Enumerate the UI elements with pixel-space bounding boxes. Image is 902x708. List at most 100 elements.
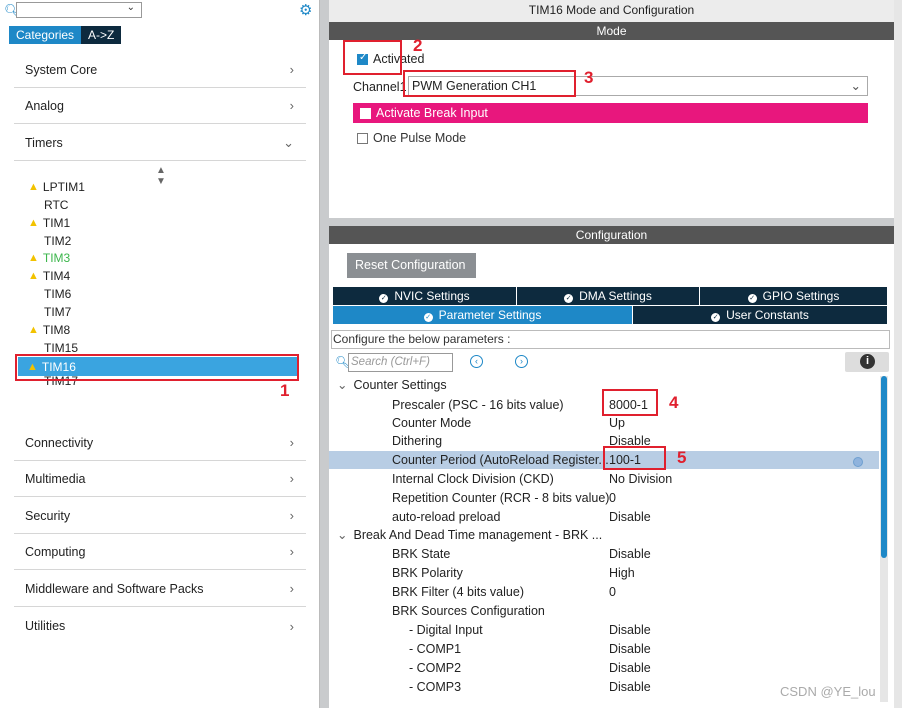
tab-dma-settings[interactable]: ✓ DMA Settings [517,287,700,305]
category-label: Analog [25,98,64,113]
timer-item-tim2[interactable]: TIM2 [44,233,71,250]
chevron-down-icon: ⌄ [126,2,135,13]
annotation-box-3 [403,70,576,97]
category-analog[interactable]: Analog › [14,88,306,124]
timer-item-lptim1[interactable]: ▲ LPTIM1 [28,179,85,196]
annotation-box-5 [603,446,666,470]
parameter-search-input[interactable]: Search (Ctrl+F) [348,353,453,372]
annotation-box-4 [602,389,658,416]
category-computing[interactable]: Computing › [14,534,306,570]
warning-icon: ▲ [28,252,39,264]
timer-item-rtc[interactable]: RTC [44,197,68,214]
param-row-comp2[interactable]: - COMP2 Disable [329,659,879,677]
timer-item-tim8[interactable]: ▲ TIM8 [28,322,70,339]
info-button[interactable]: i [845,352,889,372]
gear-icon[interactable]: ⚙ [299,1,312,19]
chevron-right-icon: › [289,508,294,523]
chevron-right-icon: › [289,435,294,450]
category-security[interactable]: Security › [14,498,306,534]
timer-item-tim6[interactable]: TIM6 [44,286,71,303]
check-circle-icon: ✓ [747,294,757,303]
category-label: Middleware and Software Packs [25,581,204,596]
search-next-icon[interactable]: › [515,355,528,368]
warning-icon: ▲ [28,324,39,336]
divider [329,218,894,226]
check-circle-icon: ✓ [379,294,389,303]
right-panel: TIM16 Mode and Configuration Mode Activa… [329,0,894,708]
break-label: Activate Break Input [376,106,488,120]
category-label: Multimedia [25,471,86,486]
param-row-brk-polarity[interactable]: BRK Polarity High [329,564,879,582]
annotation-number-5: 5 [677,448,687,467]
chevron-right-icon: › [289,581,294,596]
left-topbar: 🔍︎ ⌄ ⚙ [0,0,319,22]
one-pulse-label: One Pulse Mode [373,131,467,145]
annotation-number-1: 1 [280,381,290,400]
category-label: System Core [25,62,98,77]
category-label: Computing [25,544,86,559]
warning-icon: ▲ [28,181,39,193]
timer-item-tim4[interactable]: ▲ TIM4 [28,268,70,285]
panel-title: TIM16 Mode and Configuration [329,0,894,22]
category-connectivity[interactable]: Connectivity › [14,425,306,461]
warning-icon: ▲ [28,270,39,282]
tab-nvic-settings[interactable]: ✓ NVIC Settings [333,287,517,305]
param-row-comp1[interactable]: - COMP1 Disable [329,640,879,658]
chevron-right-icon: › [289,62,294,77]
annotation-number-3: 3 [584,68,594,87]
break-input-checkbox[interactable]: Activate Break Input [353,103,868,123]
group-counter-settings[interactable]: ⌄ Counter Settings [337,377,447,392]
info-icon: i [860,354,875,369]
configure-label: Configure the below parameters : [331,330,890,349]
tab-gpio-settings[interactable]: ✓ GPIO Settings [700,287,888,305]
chevron-right-icon: › [289,98,294,113]
param-row-repetition-counter[interactable]: Repetition Counter (RCR - 8 bits value) 0 [329,489,879,507]
category-label: Security [25,508,71,523]
timer-item-tim1[interactable]: ▲ TIM1 [28,215,70,232]
category-label: Utilities [25,619,66,633]
tab-user-constants[interactable]: ✓ User Constants [633,306,888,324]
tab-a-z[interactable]: A->Z [81,26,122,44]
group-break-dead-time[interactable]: ⌄ Break And Dead Time management - BRK ..… [337,527,602,542]
category-multimedia[interactable]: Multimedia › [14,461,306,497]
category-utilities[interactable]: Utilities › [14,608,306,644]
window-scrollbar[interactable] [894,0,902,708]
category-tabs: Categories A->Z [9,26,122,44]
param-row-brk-sources[interactable]: BRK Sources Configuration [329,602,879,620]
chevron-down-icon: ⌄ [850,79,861,93]
config-header: Configuration [329,226,894,244]
param-row-counter-mode[interactable]: Counter Mode Up [329,414,879,432]
params-scrollbar-thumb[interactable] [881,376,887,558]
check-circle-icon: ✓ [564,294,574,303]
annotation-number-2: 2 [413,36,423,55]
category-label: Timers [25,135,63,150]
timer-item-tim3[interactable]: ▲ TIM3 [28,250,70,267]
chevron-down-icon: ⌄ [283,134,294,150]
category-middleware[interactable]: Middleware and Software Packs › [14,571,306,607]
param-row-brk-filter[interactable]: BRK Filter (4 bits value) 0 [329,583,879,601]
chevron-down-icon: ⌄ [337,378,348,392]
param-row-auto-reload[interactable]: auto-reload preload Disable [329,508,879,526]
one-pulse-checkbox[interactable]: One Pulse Mode [357,131,466,145]
chevron-down-icon: ⌄ [337,528,348,542]
param-row-clock-division[interactable]: Internal Clock Division (CKD) No Division [329,470,879,488]
timer-item-tim7[interactable]: TIM7 [44,304,71,321]
category-system-core[interactable]: System Core › [14,52,306,88]
reset-configuration-button[interactable]: Reset Configuration [347,253,476,278]
tab-categories[interactable]: Categories [9,26,82,44]
check-circle-icon: ✓ [423,313,433,322]
checkbox-icon [360,108,371,120]
mode-area [329,40,894,218]
search-combo[interactable]: ⌄ [16,2,142,18]
sort-icon[interactable]: ▲ ▼ [156,165,166,187]
param-row-digital-input[interactable]: - Digital Input Disable [329,621,879,639]
tab-parameter-settings[interactable]: ✓ Parameter Settings [333,306,633,324]
category-timers[interactable]: Timers ⌄ [14,125,306,161]
warning-icon: ▲ [28,217,39,229]
search-prev-icon[interactable]: ‹ [470,355,483,368]
annotation-number-4: 4 [669,393,679,412]
chevron-right-icon: › [289,618,294,634]
annotation-box-1 [15,354,299,381]
info-dot-icon[interactable] [853,457,863,467]
param-row-brk-state[interactable]: BRK State Disable [329,545,879,563]
